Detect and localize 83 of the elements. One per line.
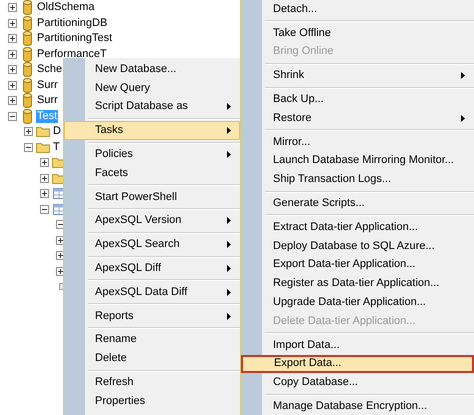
tree-item[interactable]: D bbox=[52, 125, 62, 138]
expand-icon[interactable] bbox=[56, 251, 65, 260]
tree-item[interactable]: PerformanceT bbox=[36, 48, 108, 61]
expand-icon[interactable] bbox=[8, 18, 17, 28]
menu-item[interactable]: Upgrade Data-tier Application... bbox=[241, 293, 474, 312]
menu-item[interactable]: Export Data-tier Application... bbox=[241, 256, 474, 274]
menu-item[interactable]: Facets bbox=[64, 164, 240, 183]
tree-item[interactable]: Sche bbox=[36, 63, 64, 76]
tree-item[interactable]: PartitioningTest bbox=[36, 32, 114, 46]
tree-item[interactable]: T bbox=[52, 140, 61, 154]
submenu-arrow-icon bbox=[227, 127, 231, 134]
menu-item[interactable]: Take Offline bbox=[241, 24, 474, 43]
database-icon bbox=[22, 108, 32, 124]
submenu-arrow-icon bbox=[227, 288, 231, 296]
tree-item[interactable]: Surr bbox=[36, 94, 59, 108]
submenu-arrow-icon bbox=[461, 114, 465, 122]
database-icon bbox=[22, 16, 32, 31]
menu-item[interactable]: Tasks bbox=[64, 121, 240, 140]
menu-item[interactable]: Manage Database Encryption... bbox=[241, 397, 474, 415]
folder-icon bbox=[36, 126, 50, 138]
menu-item[interactable]: Shrink bbox=[241, 66, 474, 86]
expand-icon[interactable] bbox=[8, 3, 17, 12]
menu-item[interactable]: ApexSQL Version bbox=[64, 212, 240, 230]
menu-item[interactable]: Properties bbox=[64, 392, 240, 411]
database-icon bbox=[22, 62, 32, 78]
database-icon bbox=[22, 0, 32, 16]
menu-item[interactable]: Deploy Database to SQL Azure... bbox=[241, 236, 474, 256]
tree-item[interactable]: PartitioningDB bbox=[36, 16, 108, 30]
menu-item[interactable]: Register as Data-tier Application... bbox=[241, 274, 474, 294]
expand-icon[interactable] bbox=[8, 34, 17, 44]
submenu-arrow-icon bbox=[227, 312, 231, 320]
menu-item[interactable]: Extract Data-tier Application... bbox=[241, 218, 474, 237]
menu-item[interactable]: Start PowerShell bbox=[64, 188, 240, 207]
collapse-icon[interactable] bbox=[24, 142, 33, 152]
menu-item[interactable]: Import Data... bbox=[241, 336, 474, 355]
expand-icon[interactable] bbox=[8, 65, 17, 74]
database-icon bbox=[22, 78, 32, 93]
table-icon bbox=[53, 188, 65, 200]
database-icon bbox=[22, 46, 32, 62]
submenu-arrow-icon bbox=[227, 265, 231, 272]
expand-icon[interactable] bbox=[8, 96, 17, 106]
menu-item[interactable]: Ship Transaction Logs... bbox=[241, 170, 474, 190]
menu-item[interactable]: New Query bbox=[64, 78, 240, 98]
menu-item[interactable]: Launch Database Mirroring Monitor... bbox=[241, 152, 474, 170]
expand-icon[interactable] bbox=[40, 158, 49, 168]
menu-item[interactable]: Back Up... bbox=[241, 90, 474, 109]
menu-item[interactable]: ApexSQL Data Diff bbox=[64, 282, 240, 302]
expand-icon[interactable] bbox=[56, 236, 65, 245]
menu-item[interactable]: Mirror... bbox=[241, 132, 474, 152]
expand-icon[interactable] bbox=[56, 266, 65, 276]
database-icon bbox=[22, 31, 32, 46]
expand-icon[interactable] bbox=[8, 50, 17, 59]
menu-item[interactable]: ApexSQL Search bbox=[64, 235, 240, 254]
submenu-arrow-icon bbox=[227, 151, 231, 158]
menu-item[interactable]: New Database... bbox=[64, 60, 240, 79]
submenu-arrow-icon bbox=[227, 103, 231, 110]
expand-icon[interactable] bbox=[40, 174, 49, 183]
menu-item[interactable]: Delete bbox=[64, 349, 240, 368]
expand-icon[interactable] bbox=[24, 127, 33, 136]
menu-item[interactable]: Restore bbox=[241, 108, 474, 128]
menu-item[interactable]: Export Data... bbox=[241, 354, 474, 374]
tree-item[interactable]: Surr bbox=[36, 78, 59, 92]
collapse-icon[interactable] bbox=[40, 204, 49, 214]
table-icon bbox=[53, 204, 65, 215]
tree-item[interactable]: OldSchema bbox=[36, 1, 96, 14]
menu-item[interactable]: Detach... bbox=[241, 0, 474, 19]
database-icon bbox=[22, 93, 32, 108]
expand-icon[interactable] bbox=[40, 189, 49, 198]
submenu-arrow-icon bbox=[227, 217, 231, 224]
collapse-icon[interactable] bbox=[56, 220, 65, 230]
expand-icon[interactable] bbox=[8, 80, 17, 90]
folder-icon bbox=[36, 142, 50, 153]
submenu-arrow-icon bbox=[227, 241, 231, 248]
menu-item[interactable]: Generate Scripts... bbox=[241, 194, 474, 213]
menu-item[interactable]: Rename bbox=[64, 330, 240, 350]
menu-item[interactable]: Policies bbox=[64, 145, 240, 164]
submenu-arrow-icon bbox=[461, 72, 465, 80]
menu-item[interactable]: Script Database as bbox=[64, 98, 240, 116]
menu-item[interactable]: Copy Database... bbox=[241, 373, 474, 392]
menu-item[interactable]: Refresh bbox=[64, 373, 240, 392]
collapse-icon[interactable] bbox=[8, 112, 17, 121]
menu-item[interactable]: Reports bbox=[64, 306, 240, 326]
menu-item[interactable]: ApexSQL Diff bbox=[64, 259, 240, 278]
